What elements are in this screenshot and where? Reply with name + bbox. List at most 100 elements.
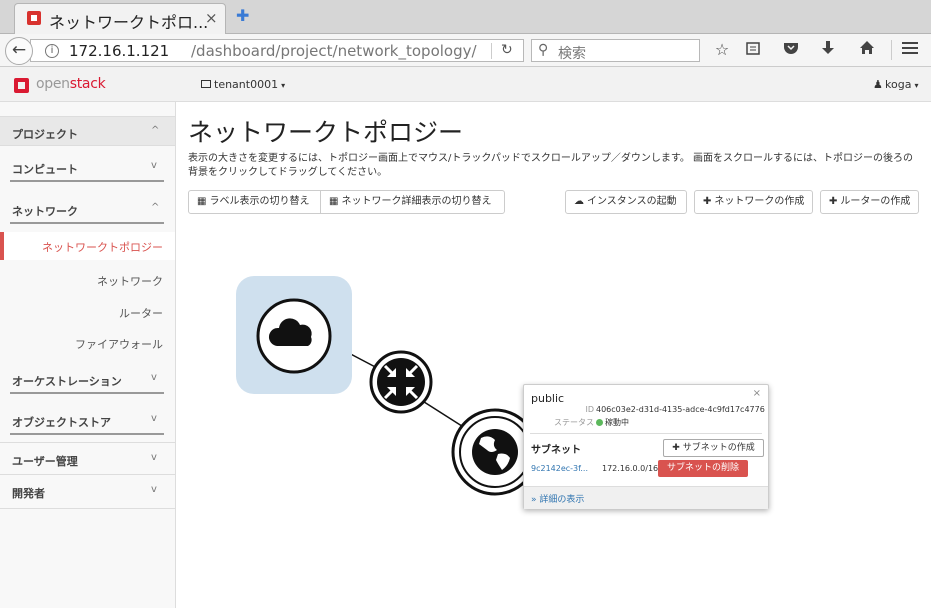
reading-list-icon[interactable]: [743, 40, 763, 59]
sidebar-section-label: 開発者: [12, 487, 45, 500]
network-info-popover: × public ID 406c03e2-d31d-4135-adce-4c9f…: [523, 384, 769, 509]
url-bar[interactable]: i 172.16.1.121 /dashboard/project/networ…: [30, 39, 524, 62]
sidebar-section-label: ネットワーク: [12, 205, 78, 218]
chevron-up-icon: ^: [151, 125, 160, 136]
openstack-logo[interactable]: openstack: [36, 76, 106, 92]
section-underline: [10, 180, 164, 182]
bookmark-star-icon[interactable]: ☆: [712, 40, 732, 59]
home-icon[interactable]: [857, 40, 877, 59]
delete-subnet-button[interactable]: サブネットの削除: [658, 460, 748, 477]
grid-icon: ▦: [197, 196, 207, 207]
openstack-header: openstack tenant0001 ▾ ♟ koga ▾: [0, 67, 931, 102]
sidebar-section-object-store[interactable]: オブジェクトストア v: [0, 405, 175, 435]
sidebar-item-firewalls[interactable]: ファイアウォール: [0, 329, 175, 357]
nav-divider: [891, 40, 892, 60]
browser-tab-bar: ネットワークトポロ... × ✚: [0, 0, 931, 34]
new-tab-icon[interactable]: ✚: [236, 6, 249, 25]
logo-text-open: open: [36, 76, 70, 92]
chevron-down-icon: v: [151, 484, 157, 495]
chevron-down-icon: v: [151, 452, 157, 463]
browser-nav-bar: i 172.16.1.121 /dashboard/project/networ…: [0, 34, 931, 67]
cloud-upload-icon: ☁: [574, 196, 584, 207]
sidebar-section-user-admin[interactable]: ユーザー管理 v: [0, 444, 175, 474]
search-placeholder: 検索: [558, 46, 586, 62]
sidebar-item-network-topology[interactable]: ネットワークトポロジー: [0, 232, 175, 260]
sidebar-section-label: コンピュート: [12, 163, 78, 176]
sidebar: プロジェクト ^ コンピュート v ネットワーク ^ ネットワークトポロジー ネ…: [0, 102, 176, 608]
sidebar-divider: [0, 442, 175, 443]
sidebar-section-network[interactable]: ネットワーク ^: [0, 194, 175, 224]
cloud-node[interactable]: [236, 276, 352, 394]
subnet-heading: サブネット: [531, 445, 581, 456]
sidebar-item-label: ネットワーク: [97, 275, 163, 288]
popover-divider: [530, 433, 762, 434]
section-underline: [10, 433, 164, 435]
create-subnet-label: サブネットの作成: [682, 443, 755, 453]
server-icon: [201, 80, 211, 88]
section-underline: [10, 392, 164, 394]
sidebar-item-routers[interactable]: ルーター: [0, 298, 175, 326]
tenant-selector[interactable]: tenant0001 ▾: [214, 78, 285, 91]
create-network-label: ネットワークの作成: [714, 196, 805, 207]
view-details-link[interactable]: » 詳細の表示: [531, 492, 584, 505]
subnet-name-link[interactable]: 9c2142ec-3f...: [531, 464, 588, 473]
search-input[interactable]: ⚲ 検索: [531, 39, 700, 62]
pocket-icon[interactable]: [781, 40, 801, 59]
globe-icon: [472, 429, 518, 475]
status-active-icon: [596, 419, 603, 426]
site-info-icon[interactable]: i: [45, 44, 59, 58]
sidebar-section-developer[interactable]: 開発者 v: [0, 476, 175, 506]
create-router-button[interactable]: ✚ ルーターの作成: [820, 190, 919, 214]
status-value: 稼動中: [605, 418, 629, 427]
id-value: 406c03e2-d31d-4135-adce-4c9fd17c4776: [596, 405, 765, 414]
plus-icon: ✚: [829, 196, 838, 207]
sidebar-divider: [0, 474, 175, 475]
logo-text-stack: stack: [69, 76, 106, 92]
toggle-details-label: ネットワーク詳細表示の切り替え: [341, 196, 492, 207]
router-icon-circle: [377, 358, 425, 406]
th-icon: ▦: [329, 196, 339, 207]
openstack-logo-icon[interactable]: [14, 78, 29, 93]
toggle-network-details-button[interactable]: ▦ ネットワーク詳細表示の切り替え: [320, 190, 505, 214]
download-icon[interactable]: [818, 40, 838, 60]
toggle-labels-button[interactable]: ▦ ラベル表示の切り替え: [188, 190, 321, 214]
user-menu[interactable]: koga ▾: [885, 78, 918, 91]
sidebar-section-label: プロジェクト: [12, 128, 78, 141]
subnet-cidr: 172.16.0.0/16: [602, 464, 659, 473]
sidebar-section-orchestration[interactable]: オーケストレーション v: [0, 364, 175, 394]
create-subnet-button[interactable]: ✚ サブネットの作成: [663, 439, 764, 457]
create-network-button[interactable]: ✚ ネットワークの作成: [694, 190, 813, 214]
chevron-down-icon: v: [151, 413, 157, 424]
sidebar-item-label: ネットワークトポロジー: [42, 241, 163, 254]
user-name: koga: [885, 78, 912, 91]
status-label: ステータス: [554, 418, 594, 427]
close-icon[interactable]: ×: [753, 388, 761, 399]
router-node[interactable]: [369, 350, 433, 414]
toggle-labels-label: ラベル表示の切り替え: [209, 196, 310, 207]
search-icon: ⚲: [538, 42, 549, 58]
sidebar-divider: [0, 508, 175, 509]
sidebar-section-label: ユーザー管理: [12, 455, 78, 468]
sidebar-section-project[interactable]: プロジェクト ^: [0, 116, 175, 146]
tab-close-icon[interactable]: ×: [205, 9, 218, 27]
create-router-label: ルーターの作成: [840, 196, 911, 207]
hamburger-menu-icon[interactable]: [900, 40, 920, 59]
launch-instance-label: インスタンスの起動: [587, 196, 677, 207]
sidebar-section-label: オーケストレーション: [12, 375, 122, 388]
sidebar-item-label: ルーター: [119, 307, 163, 320]
browser-tab[interactable]: ネットワークトポロ... ×: [14, 3, 226, 34]
launch-instance-button[interactable]: ☁ インスタンスの起動: [565, 190, 687, 214]
id-label: ID: [585, 405, 594, 414]
page-title: ネットワークトポロジー: [188, 118, 464, 147]
back-button[interactable]: ←: [5, 37, 33, 65]
sidebar-item-networks[interactable]: ネットワーク: [0, 266, 175, 294]
sidebar-item-label: ファイアウォール: [75, 338, 163, 351]
chevron-up-icon: ^: [151, 202, 160, 213]
plus-icon: ✚: [672, 443, 683, 453]
chevron-down-icon: v: [151, 372, 157, 383]
sidebar-section-compute[interactable]: コンピュート v: [0, 152, 175, 182]
popover-footer: » 詳細の表示: [524, 486, 768, 509]
tenant-name: tenant0001: [214, 78, 279, 91]
chevron-down-icon: v: [151, 160, 157, 171]
reload-icon[interactable]: ↻: [501, 42, 513, 58]
